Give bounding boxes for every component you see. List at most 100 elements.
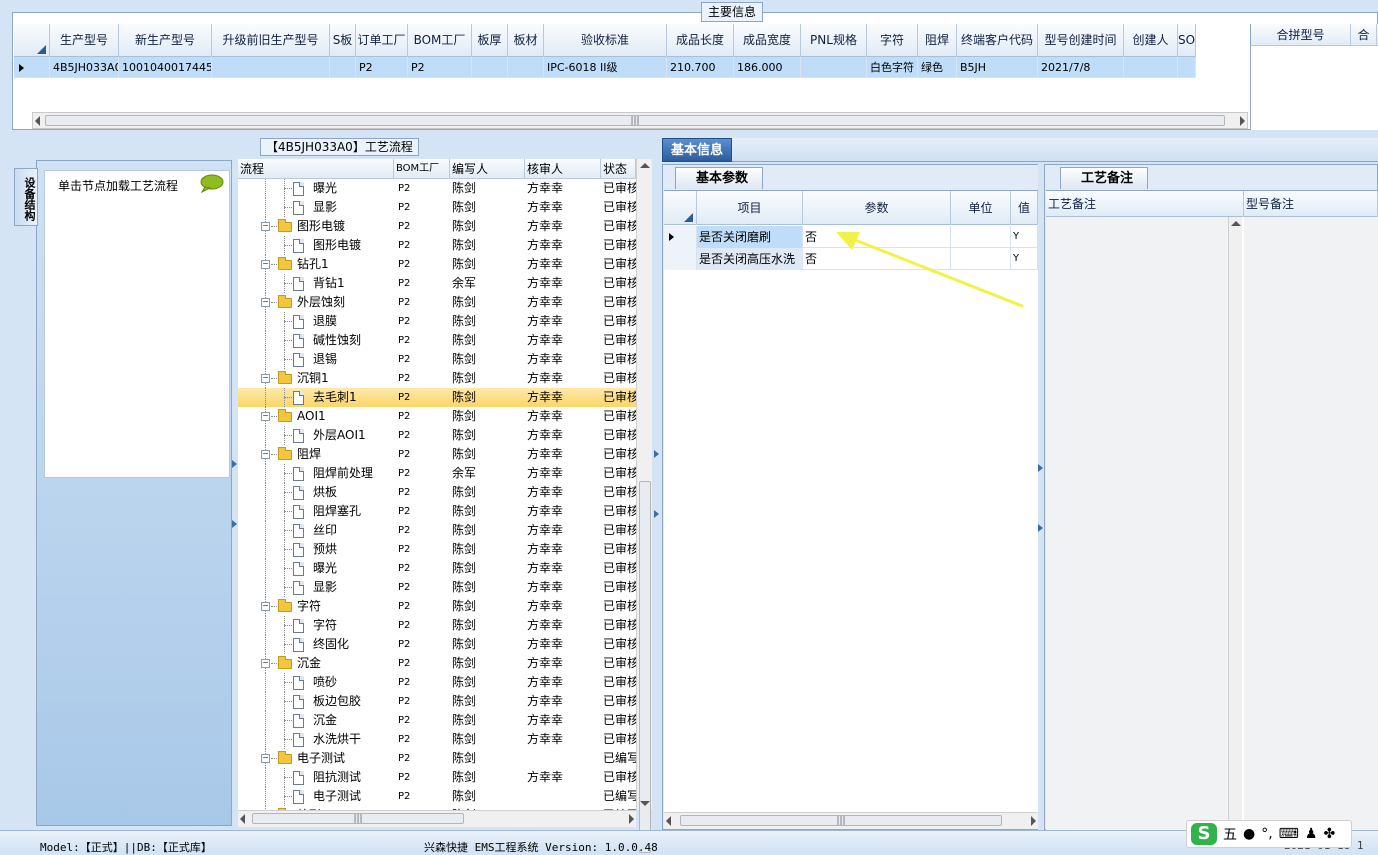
- grid-cell[interactable]: 210.700: [667, 57, 734, 78]
- scroll-right-icon[interactable]: [629, 814, 634, 824]
- tree-node[interactable]: − 外层蚀刻: [238, 293, 394, 312]
- tree-column-header[interactable]: 状态: [601, 159, 636, 179]
- tree-row[interactable]: 退锡 P2 陈剑 方幸幸 已审核: [238, 350, 636, 369]
- sogou-logo-icon[interactable]: S: [1191, 823, 1217, 845]
- column-header[interactable]: 阻焊: [918, 24, 957, 57]
- column-header[interactable]: SO: [1178, 24, 1196, 57]
- tree-node[interactable]: 退锡: [238, 350, 394, 369]
- tree-row[interactable]: − 字符 P2 陈剑 方幸幸 已审核: [238, 597, 636, 616]
- collapse-icon[interactable]: −: [261, 374, 270, 383]
- scroll-up-icon[interactable]: [640, 163, 650, 168]
- grid-cell[interactable]: [801, 57, 867, 78]
- tree-node[interactable]: − 钻孔1: [238, 255, 394, 274]
- tree-node[interactable]: 曝光: [238, 559, 394, 578]
- collapse-icon[interactable]: −: [261, 412, 270, 421]
- tree-row[interactable]: 阻焊前处理 P2 余军 方幸幸 已审核: [238, 464, 636, 483]
- scroll-thumb[interactable]: [639, 481, 651, 853]
- ime-user-icon[interactable]: ♟: [1305, 826, 1318, 842]
- tree-node[interactable]: 预烘: [238, 540, 394, 559]
- tree-node[interactable]: − 字符: [238, 597, 394, 616]
- tree-node[interactable]: 阻抗测试: [238, 768, 394, 787]
- collapse-icon[interactable]: −: [261, 602, 270, 611]
- tree-row[interactable]: 预烘 P2 陈剑 方幸幸 已审核: [238, 540, 636, 559]
- notes-column-header[interactable]: 工艺备注: [1046, 191, 1244, 217]
- tree-row[interactable]: 字符 P2 陈剑 方幸幸 已审核: [238, 616, 636, 635]
- params-item-cell[interactable]: 是否关闭高压水洗: [697, 248, 803, 270]
- column-header[interactable]: 成品长度: [667, 24, 734, 57]
- tree-row[interactable]: − 阻焊 P2 陈剑 方幸幸 已审核: [238, 445, 636, 464]
- tree-row[interactable]: 水洗烘干 P2 陈剑 方幸幸 已审核: [238, 730, 636, 749]
- collapse-icon[interactable]: −: [261, 754, 270, 763]
- tree-row[interactable]: 曝光 P2 陈剑 方幸幸 已审核: [238, 179, 636, 198]
- tree-node[interactable]: 阻焊塞孔: [238, 502, 394, 521]
- column-header[interactable]: BOM工厂: [408, 24, 472, 57]
- grid-cell[interactable]: [1178, 57, 1196, 78]
- column-header[interactable]: 成品宽度: [734, 24, 801, 57]
- tree-row[interactable]: 阻抗测试 P2 陈剑 方幸幸 已审核: [238, 768, 636, 787]
- params-column-header[interactable]: 值: [1011, 191, 1038, 225]
- process-tree-hscroll[interactable]: |||: [238, 810, 636, 827]
- tree-row[interactable]: 曝光 P2 陈剑 方幸幸 已审核: [238, 559, 636, 578]
- tree-node[interactable]: − 阻焊: [238, 445, 394, 464]
- tree-node[interactable]: 图形电镀: [238, 236, 394, 255]
- tree-node[interactable]: 退膜: [238, 312, 394, 331]
- column-header[interactable]: 终端客户代码: [957, 24, 1038, 57]
- column-header[interactable]: 升级前旧生产型号: [212, 24, 330, 57]
- row-indicator-icon[interactable]: [14, 57, 50, 78]
- collapse-icon[interactable]: −: [261, 659, 270, 668]
- main-grid-hscroll[interactable]: |||: [32, 112, 1248, 129]
- collapse-icon[interactable]: −: [261, 298, 270, 307]
- tree-node[interactable]: 烘板: [238, 483, 394, 502]
- grid-cell[interactable]: 10010400174451: [119, 57, 212, 78]
- column-header[interactable]: 字符: [867, 24, 918, 57]
- tree-row[interactable]: 喷砂 P2 陈剑 方幸幸 已审核: [238, 673, 636, 692]
- process-tree[interactable]: 曝光 P2 陈剑 方幸幸 已审核 显影 P2 陈剑 方幸幸 已审核 − 图形电镀 P2 陈剑 方幸幸 已审核图…: [238, 179, 636, 810]
- tree-column-header[interactable]: BOM工厂: [394, 159, 450, 179]
- tab-process-notes[interactable]: 工艺备注: [1060, 167, 1149, 189]
- tree-node[interactable]: 板边包胶: [238, 692, 394, 711]
- tree-node[interactable]: 碱性蚀刻: [238, 331, 394, 350]
- model-notes-field[interactable]: [1244, 217, 1378, 830]
- basic-params-hscroll[interactable]: |||: [664, 812, 1038, 829]
- grid-cell[interactable]: 2021/7/8: [1038, 57, 1124, 78]
- process-notes-vscroll[interactable]: [1228, 217, 1242, 830]
- tree-row[interactable]: 背钻1 P2 余军 方幸幸 已审核: [238, 274, 636, 293]
- tree-node[interactable]: 沉金: [238, 711, 394, 730]
- tree-node[interactable]: 字符: [238, 616, 394, 635]
- grid-cell[interactable]: P2: [356, 57, 408, 78]
- tree-row[interactable]: − 电子测试 P2 陈剑 已编写: [238, 749, 636, 768]
- tab-basic-params[interactable]: 基本参数: [675, 167, 764, 189]
- ime-punct-icon[interactable]: °,: [1261, 826, 1272, 842]
- tree-row[interactable]: − 外层蚀刻 P2 陈剑 方幸幸 已审核: [238, 293, 636, 312]
- params-column-header[interactable]: 参数: [803, 191, 951, 225]
- speech-bubble-icon[interactable]: [199, 174, 224, 193]
- grid-cell[interactable]: [1124, 57, 1178, 78]
- ime-toolbar[interactable]: S 五 ● °, ⌨ ♟ ✤: [1186, 820, 1352, 848]
- tree-node[interactable]: 外层AOI1: [238, 426, 394, 445]
- main-grid-row[interactable]: 4B5JH033A0 10010400174451 P2 P2 IPC-6018 II级…: [14, 57, 1196, 78]
- ime-mode[interactable]: 五: [1223, 824, 1237, 844]
- params-column-header[interactable]: 单位: [951, 191, 1011, 225]
- grid-cell[interactable]: B5JH: [957, 57, 1038, 78]
- tree-node[interactable]: 终固化: [238, 635, 394, 654]
- tree-row[interactable]: 图形电镀 P2 陈剑 方幸幸 已审核: [238, 236, 636, 255]
- grid-cell[interactable]: IPC-6018 II级: [544, 57, 667, 78]
- notes-column-header[interactable]: 型号备注: [1244, 191, 1378, 217]
- params-row-indicator[interactable]: [664, 226, 697, 248]
- center-splitter[interactable]: [654, 140, 660, 830]
- grid-cell[interactable]: 绿色: [918, 57, 957, 78]
- params-row-indicator[interactable]: [664, 248, 697, 270]
- tree-row[interactable]: 显影 P2 陈剑 方幸幸 已审核: [238, 198, 636, 217]
- column-header[interactable]: 型号创建时间: [1038, 24, 1124, 57]
- merge-column-header[interactable]: 合: [1351, 24, 1377, 46]
- tree-node[interactable]: − 沉金: [238, 654, 394, 673]
- tree-row[interactable]: 碱性蚀刻 P2 陈剑 方幸幸 已审核: [238, 331, 636, 350]
- ime-keyboard-icon[interactable]: ⌨: [1279, 826, 1299, 842]
- tree-row[interactable]: − 钻孔1 P2 陈剑 方幸幸 已审核: [238, 255, 636, 274]
- tree-column-header[interactable]: 核审人: [525, 159, 601, 179]
- tree-node[interactable]: 去毛刺1: [238, 388, 394, 407]
- scroll-up-icon[interactable]: [1231, 221, 1241, 226]
- column-header[interactable]: 订单工厂: [356, 24, 408, 57]
- grid-cell[interactable]: 4B5JH033A0: [50, 57, 119, 78]
- ime-dot-icon[interactable]: ●: [1243, 826, 1255, 842]
